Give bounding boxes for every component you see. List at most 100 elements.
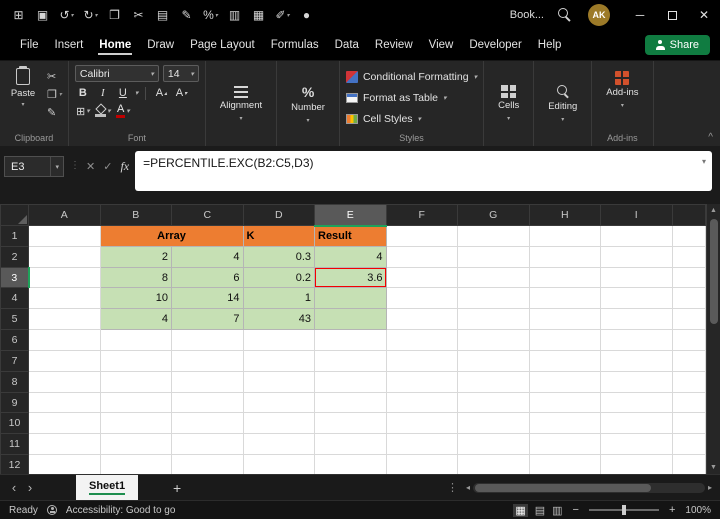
row-header-3[interactable]: 3 [0, 266, 30, 289]
row-header-8[interactable]: 8 [0, 370, 29, 393]
maximize-button[interactable] [656, 0, 688, 30]
row-header-1[interactable]: 1 [0, 225, 29, 247]
cell-C9[interactable] [171, 391, 244, 414]
cell-E1[interactable]: Result [314, 225, 387, 247]
cell-G9[interactable] [457, 391, 530, 414]
column-header-G[interactable]: G [457, 204, 530, 226]
accessibility-icon[interactable] [46, 505, 57, 515]
cell-C3[interactable]: 6 [171, 266, 244, 289]
cell-E8[interactable] [314, 370, 387, 393]
cell-G3[interactable] [457, 266, 530, 289]
cell-D3[interactable]: 0.2 [242, 266, 315, 289]
percent-style-icon[interactable]: % ▾ [200, 4, 221, 26]
cell-A5[interactable] [28, 308, 101, 331]
format-painter-icon[interactable]: ✎ [176, 4, 197, 26]
cell-F3[interactable] [385, 266, 458, 289]
cell-H8[interactable] [528, 370, 601, 393]
cell-I2[interactable] [600, 245, 673, 268]
undo-icon[interactable]: ↺ ▾ [56, 4, 77, 26]
cell-E12[interactable] [314, 454, 387, 474]
ribbon-tab-page-layout[interactable]: Page Layout [182, 32, 263, 58]
cell-G1[interactable] [457, 225, 530, 247]
formula-bar-splitter[interactable]: ⋮ [70, 160, 80, 171]
record-icon[interactable]: ● [296, 4, 317, 26]
accessibility-status[interactable]: Accessibility: Good to go [66, 505, 176, 516]
workbook-name[interactable]: Book... [510, 9, 544, 21]
alignment-button[interactable]: Alignment ▾ [212, 85, 270, 122]
tab-scroll-splitter[interactable]: ⋮ [441, 481, 464, 494]
formula-input[interactable]: =PERCENTILE.EXC(B2:C5,D3) ▾ [135, 151, 712, 191]
zoom-slider[interactable] [588, 505, 659, 515]
borders-button[interactable]: ⊞ ▾ [75, 104, 91, 118]
underline-button[interactable]: U [115, 86, 131, 100]
draw-pen-icon[interactable]: ✐ ▾ [272, 4, 293, 26]
ribbon-tab-file[interactable]: File [12, 32, 47, 58]
cell-H3[interactable] [528, 266, 601, 289]
cell-B5[interactable]: 4 [99, 308, 172, 331]
editing-button[interactable]: Editing ▾ [540, 84, 585, 123]
cell-F9[interactable] [385, 391, 458, 414]
sheet-tab-sheet1[interactable]: Sheet1 [76, 475, 139, 500]
insert-function-button[interactable]: fx [120, 159, 129, 174]
ribbon-tab-insert[interactable]: Insert [47, 32, 92, 58]
chart-icon[interactable]: ▤ [152, 4, 173, 26]
cell-I7[interactable] [600, 349, 673, 372]
paste-button[interactable]: Paste ▾ [6, 65, 40, 119]
cell-F4[interactable] [385, 287, 458, 310]
vertical-scroll-thumb[interactable] [709, 219, 718, 324]
cell-E9[interactable] [314, 391, 387, 414]
styles-group-label[interactable]: Styles [346, 132, 477, 146]
expand-formula-bar-icon[interactable]: ▾ [702, 157, 706, 166]
copy-icon[interactable]: ❐ [104, 4, 125, 26]
cell-B1[interactable]: Array [99, 225, 244, 247]
row-header-5[interactable]: 5 [0, 308, 29, 331]
cell-C7[interactable] [171, 349, 244, 372]
cell-A1[interactable] [28, 225, 101, 247]
search-icon[interactable] [558, 8, 572, 22]
cell-B3[interactable]: 8 [99, 266, 172, 289]
cell-A4[interactable] [28, 287, 101, 310]
cell-A11[interactable] [28, 433, 101, 456]
cell-E10[interactable] [314, 412, 387, 435]
cell-I3[interactable] [600, 266, 673, 289]
cell-A9[interactable] [28, 391, 101, 414]
font-name-select[interactable]: Calibri ▾ [74, 65, 159, 82]
cell-B7[interactable] [99, 349, 172, 372]
font-group-label[interactable]: Font [75, 132, 199, 146]
row-header-12[interactable]: 12 [0, 454, 29, 474]
cell-I11[interactable] [600, 433, 673, 456]
cell-F5[interactable] [385, 308, 458, 331]
format-painter-button[interactable]: ✎ [47, 105, 62, 119]
format-as-table-button[interactable]: Format as Table ▾ [345, 88, 477, 107]
row-header-10[interactable]: 10 [0, 412, 29, 435]
cell-D1[interactable]: K [242, 225, 315, 247]
chevron-down-icon[interactable]: ▾ [50, 157, 63, 176]
cell-C5[interactable]: 7 [171, 308, 244, 331]
cell-I8[interactable] [600, 370, 673, 393]
font-color-button[interactable]: A ▾ [115, 104, 131, 118]
cell-F8[interactable] [385, 370, 458, 393]
ribbon-tab-review[interactable]: Review [367, 32, 421, 58]
bold-button[interactable]: B [75, 86, 91, 100]
redo-icon[interactable]: ↻ ▾ [80, 4, 101, 26]
cell-C10[interactable] [171, 412, 244, 435]
column-header-C[interactable]: C [171, 204, 244, 226]
cell-C2[interactable]: 4 [171, 245, 244, 268]
horizontal-scroll-thumb[interactable] [475, 483, 652, 492]
cell-E5[interactable] [314, 308, 387, 331]
scroll-left-icon[interactable]: ◂ [466, 483, 470, 492]
row-header-2[interactable]: 2 [0, 245, 29, 268]
confirm-entry-button[interactable]: ✓ [103, 160, 112, 173]
cell-B10[interactable] [99, 412, 172, 435]
cell-I6[interactable] [600, 329, 673, 351]
column-header-D[interactable]: D [242, 204, 315, 226]
cell-E2[interactable]: 4 [314, 245, 387, 268]
cell-A2[interactable] [28, 245, 101, 268]
cell-B9[interactable] [99, 391, 172, 414]
cell-H6[interactable] [528, 329, 601, 351]
cell-D4[interactable]: 1 [242, 287, 315, 310]
cell-G7[interactable] [457, 349, 530, 372]
cell-B4[interactable]: 10 [99, 287, 172, 310]
scroll-down-icon[interactable]: ▼ [707, 461, 720, 474]
cell-D2[interactable]: 0.3 [242, 245, 315, 268]
